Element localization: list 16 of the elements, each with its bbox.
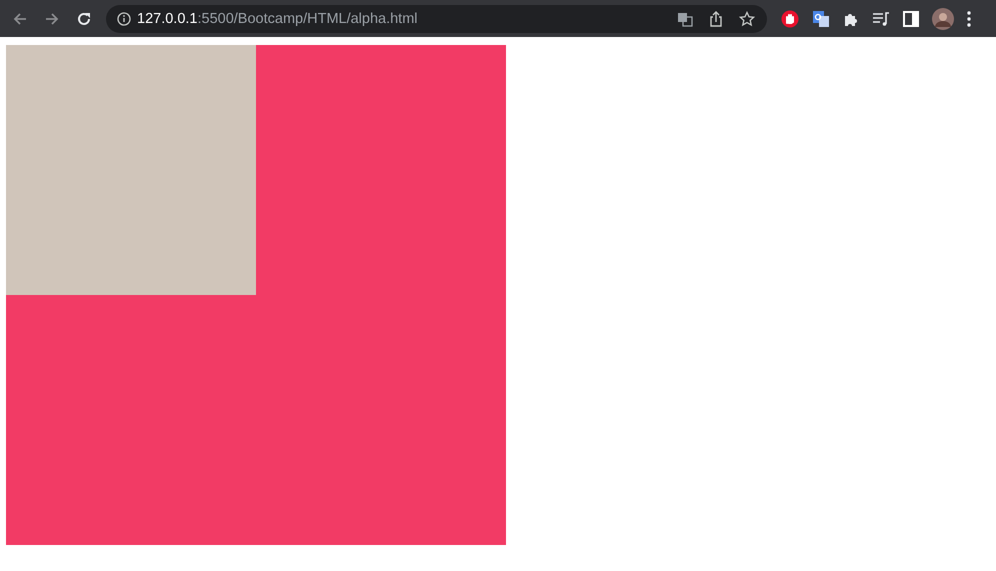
reload-icon[interactable]	[76, 10, 92, 26]
translate-icon[interactable]	[812, 10, 830, 28]
playlist-icon[interactable]	[872, 10, 890, 26]
back-icon[interactable]	[12, 10, 28, 26]
hand-icon[interactable]	[781, 10, 799, 28]
forward-icon[interactable]	[44, 10, 60, 26]
share-icon[interactable]	[709, 10, 723, 26]
url-host: 127.0.0.1	[137, 10, 198, 26]
address-bar[interactable]: 127.0.0.1:5500/Bootcamp/HTML/alpha.html	[106, 4, 767, 32]
url-path: :5500/Bootcamp/HTML/alpha.html	[197, 10, 418, 26]
translate-icon[interactable]	[677, 10, 693, 26]
star-icon[interactable]	[739, 10, 755, 26]
info-icon[interactable]	[117, 12, 131, 26]
avatar-icon[interactable]	[932, 8, 954, 30]
menu-icon[interactable]	[967, 10, 971, 26]
side-panel-icon[interactable]	[903, 10, 919, 26]
